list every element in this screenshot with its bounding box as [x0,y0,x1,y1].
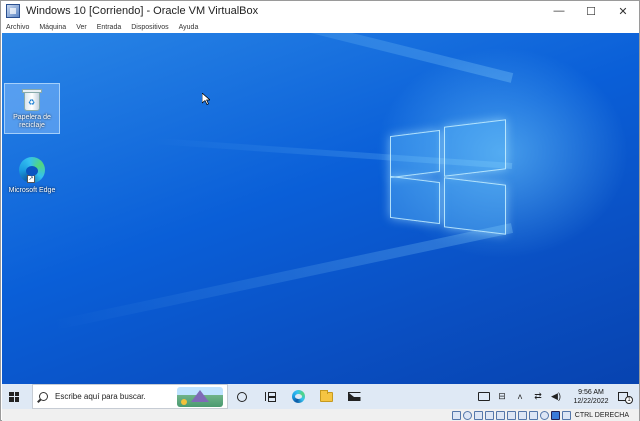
search-box[interactable]: Escribe aquí para buscar. [32,384,228,409]
virtualbox-window: Windows 10 [Corriendo] - Oracle VM Virtu… [0,0,640,421]
window-title: Windows 10 [Corriendo] - Oracle VM Virtu… [26,5,259,17]
minimize-button[interactable]: — [543,5,575,17]
host-key-label: CTRL DERECHA [574,411,629,419]
desktop-icon-label: Microsoft Edge [8,187,56,194]
taskbar: Escribe aquí para buscar. ⊟ ˄ ⇄ ◀) 9:56 … [2,384,639,409]
logo-pane [444,177,506,235]
logo-pane [390,129,440,179]
edge-icon: ↗ [19,157,45,183]
maximize-button[interactable]: ☐ [575,5,607,18]
volume-tray-button[interactable]: ◀) [550,391,562,403]
chevron-up-icon: ˄ [517,391,523,402]
task-view-button[interactable] [256,384,284,409]
menu-archivo[interactable]: Archivo [6,24,29,31]
keyboard-tray-button[interactable] [478,391,490,403]
mouse-integration-status-icon[interactable] [550,410,560,420]
system-tray: ⊟ ˄ ⇄ ◀) 9:56 AM 12/22/2022 1 [475,384,639,409]
menu-maquina[interactable]: Máquina [39,24,66,31]
task-view-icon [265,392,276,402]
clock-date: 12/22/2022 [573,397,609,405]
taskbar-mail-button[interactable] [340,384,368,409]
taskbar-file-explorer-button[interactable] [312,384,340,409]
start-button[interactable] [2,384,26,409]
display-status-icon[interactable] [517,410,527,420]
cortana-icon [237,391,247,402]
menu-ayuda[interactable]: Ayuda [179,24,199,31]
search-highlight-image [177,387,223,407]
network-status-icon[interactable] [484,410,494,420]
audio-status-icon[interactable] [473,410,483,420]
desktop-icon-recycle-bin[interactable]: ♻ Papelera de reciclaje [4,83,60,134]
notification-count: 1 [625,395,633,404]
language-icon: ⇄ [534,391,542,401]
title-bar[interactable]: Windows 10 [Corriendo] - Oracle VM Virtu… [1,1,639,21]
action-center-button[interactable]: 1 [617,390,633,404]
chevron-up-button[interactable]: ˄ [514,391,526,403]
usb-status-icon[interactable] [495,410,505,420]
hard-disk-status-icon[interactable] [451,410,461,420]
speaker-icon: ◀) [551,391,561,401]
vm-status-bar: CTRL DERECHA [2,409,639,421]
recycle-bin-icon: ♻ [21,88,43,112]
menu-entrada[interactable]: Entrada [97,24,122,31]
cortana-button[interactable] [228,384,256,409]
shortcut-arrow-icon: ↗ [27,175,35,183]
edge-icon [291,390,305,403]
logo-pane [390,175,440,225]
windows-start-icon [9,391,19,402]
desktop-icon-edge[interactable]: ↗ Microsoft Edge [4,153,60,197]
menu-dispositivos[interactable]: Dispositivos [131,24,168,31]
file-explorer-icon [319,389,333,402]
mouse-cursor-icon [202,93,210,105]
mail-icon [347,392,361,401]
recording-status-icon[interactable] [528,410,538,420]
network-icon: ⊟ [498,391,506,401]
taskbar-edge-button[interactable] [284,384,312,409]
clock[interactable]: 9:56 AM 12/22/2022 [569,388,613,406]
menu-bar: Archivo Máquina Ver Entrada Dispositivos… [1,21,639,33]
search-icon [39,392,48,401]
search-placeholder: Escribe aquí para buscar. [55,392,146,401]
optical-drive-status-icon[interactable] [462,410,472,420]
menu-ver[interactable]: Ver [76,24,87,31]
language-tray-button[interactable]: ⇄ [532,391,544,403]
shared-folders-status-icon[interactable] [506,410,516,420]
virtualbox-app-icon [6,4,20,18]
logo-pane [444,119,506,177]
guest-desktop[interactable]: ♻ Papelera de reciclaje ↗ Microsoft Edge [2,33,639,384]
cpu-status-icon[interactable] [539,410,549,420]
keyboard-status-icon[interactable] [561,410,571,420]
keyboard-icon [478,392,490,401]
light-beam [93,33,514,83]
windows-logo [390,119,508,247]
close-button[interactable]: ✕ [607,5,639,18]
clock-time: 9:56 AM [578,388,604,396]
desktop-icon-label: Papelera de reciclaje [13,114,51,129]
network-tray-button[interactable]: ⊟ [496,391,508,403]
